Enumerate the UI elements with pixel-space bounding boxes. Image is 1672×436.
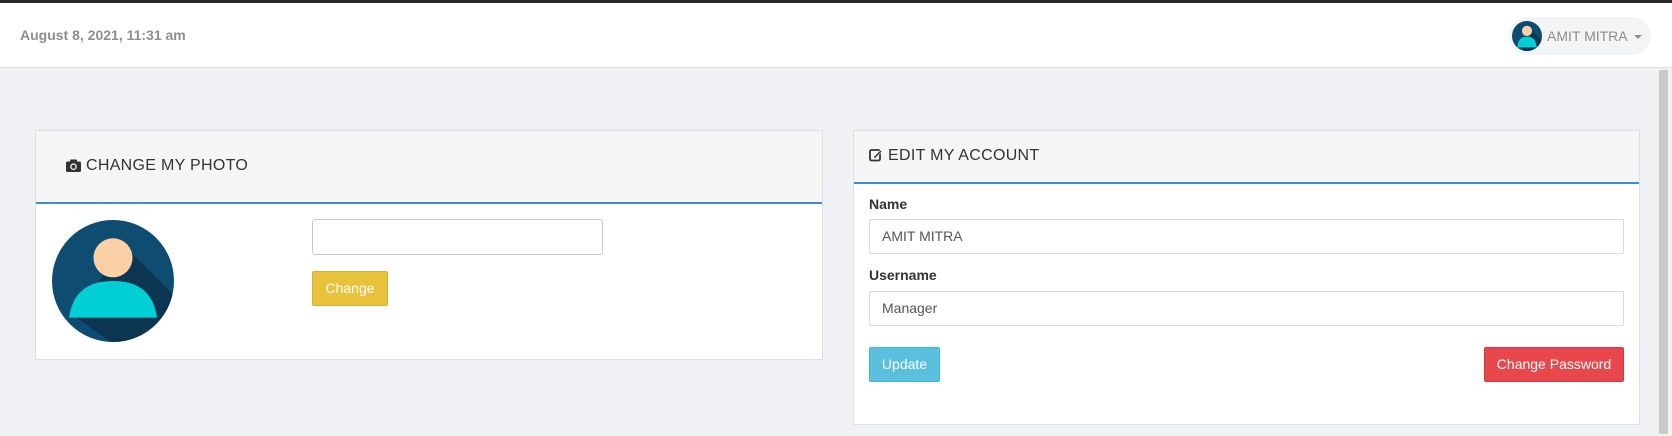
page-scrollbar-thumb[interactable] bbox=[1659, 70, 1668, 434]
top-navbar: August 8, 2021, 11:31 am AMIT MITRA bbox=[0, 3, 1672, 68]
username-label: Username bbox=[869, 267, 937, 283]
username-input[interactable]: Manager bbox=[869, 291, 1624, 326]
update-button[interactable]: Update bbox=[869, 347, 940, 382]
change-photo-panel: CHANGE MY PHOTO Change bbox=[35, 130, 823, 360]
name-input[interactable]: AMIT MITRA bbox=[869, 219, 1624, 254]
camera-icon bbox=[66, 159, 81, 172]
change-password-button[interactable]: Change Password bbox=[1484, 347, 1624, 382]
edit-icon bbox=[869, 149, 883, 162]
name-label: Name bbox=[869, 196, 908, 212]
change-photo-title: CHANGE MY PHOTO bbox=[86, 157, 249, 174]
edit-account-panel-heading: EDIT MY ACCOUNT bbox=[854, 131, 1639, 184]
change-photo-panel-heading: CHANGE MY PHOTO bbox=[36, 131, 822, 204]
edit-account-title: EDIT MY ACCOUNT bbox=[888, 147, 1040, 164]
change-photo-button[interactable]: Change bbox=[312, 271, 388, 306]
user-name: AMIT MITRA bbox=[1547, 28, 1628, 44]
current-datetime: August 8, 2021, 11:31 am bbox=[20, 27, 186, 43]
change-photo-title-wrap: CHANGE MY PHOTO bbox=[66, 157, 248, 175]
profile-photo-avatar bbox=[52, 220, 174, 342]
photo-file-input[interactable] bbox=[312, 219, 603, 255]
chevron-down-icon bbox=[1634, 35, 1642, 39]
user-menu-dropdown[interactable]: AMIT MITRA bbox=[1509, 17, 1651, 55]
user-avatar-icon bbox=[1512, 21, 1542, 51]
edit-account-title-wrap: EDIT MY ACCOUNT bbox=[869, 147, 1039, 165]
edit-account-panel: EDIT MY ACCOUNT Name AMIT MITRA Username… bbox=[853, 130, 1640, 425]
